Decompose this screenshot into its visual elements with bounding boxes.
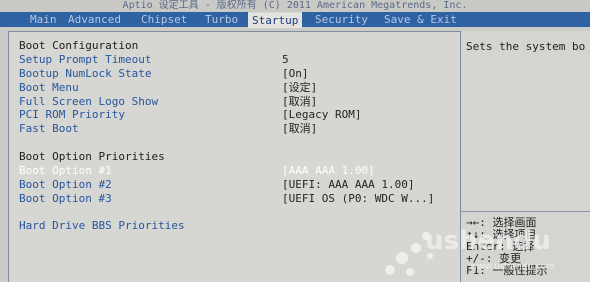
tab-turbo[interactable]: Turbo	[205, 12, 238, 27]
pci-rom-priority-label[interactable]: PCI ROM Priority	[19, 108, 125, 121]
hard-drive-bbs-priorities-link[interactable]: Hard Drive BBS Priorities	[19, 219, 185, 232]
boot-option-3-label[interactable]: Boot Option #3	[19, 192, 112, 205]
boot-option-1-value[interactable]: [AAA AAA 1.00]	[282, 164, 375, 177]
pci-rom-priority-value[interactable]: [Legacy ROM]	[282, 108, 361, 121]
tab-bar: Main Advanced Chipset Turbo Startup Secu…	[0, 12, 590, 28]
tab-save-exit[interactable]: Save & Exit	[384, 12, 457, 27]
tab-chipset[interactable]: Chipset	[141, 12, 187, 27]
tab-main[interactable]: Main	[30, 12, 57, 27]
tab-startup[interactable]: Startup	[248, 12, 303, 28]
help-description: Sets the system bo	[466, 40, 586, 53]
setup-prompt-timeout-value[interactable]: 5	[282, 53, 289, 66]
watermark-url: www.ushendu.com	[470, 262, 555, 272]
boot-menu-value[interactable]: [设定]	[282, 81, 317, 94]
fast-boot-label[interactable]: Fast Boot	[19, 122, 79, 135]
fast-boot-value[interactable]: [取消]	[282, 122, 317, 135]
boot-option-3-value[interactable]: [UEFI OS (P0: WDC W...]	[282, 192, 434, 205]
boot-configuration-header: Boot Configuration	[19, 39, 139, 52]
boot-option-2-value[interactable]: [UEFI: AAA AAA 1.00]	[282, 178, 414, 191]
tab-advanced[interactable]: Advanced	[68, 12, 121, 27]
boot-option-priorities-header: Boot Option Priorities	[19, 150, 165, 163]
boot-menu-label[interactable]: Boot Menu	[19, 81, 79, 94]
setup-prompt-timeout-label[interactable]: Setup Prompt Timeout	[19, 53, 151, 66]
bios-screen: Aptio 设定工具 - 版权所有 (C) 2011 American Mega…	[0, 0, 590, 282]
full-screen-logo-value[interactable]: [取消]	[282, 95, 317, 108]
tab-security[interactable]: Security	[315, 12, 368, 27]
help-divider	[460, 211, 590, 212]
full-screen-logo-label[interactable]: Full Screen Logo Show	[19, 95, 158, 108]
bootup-numlock-label[interactable]: Bootup NumLock State	[19, 67, 151, 80]
watermark-brand: ushendu	[425, 226, 551, 256]
boot-option-1-label[interactable]: Boot Option #1	[19, 164, 112, 177]
bootup-numlock-value[interactable]: [On]	[282, 67, 309, 80]
boot-option-2-label[interactable]: Boot Option #2	[19, 178, 112, 191]
window-title: Aptio 设定工具 - 版权所有 (C) 2011 American Mega…	[0, 0, 590, 12]
